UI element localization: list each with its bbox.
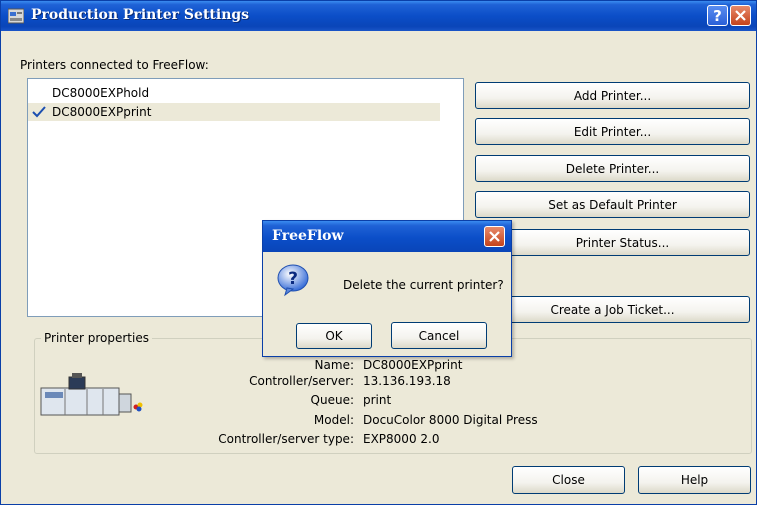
queue-label: Queue: [310, 393, 354, 407]
model-value: DocuColor 8000 Digital Press [363, 413, 538, 427]
printer-properties-legend: Printer properties [41, 331, 152, 345]
model-label: Model: [313, 413, 354, 427]
queue-value: print [363, 393, 392, 407]
edit-printer-button[interactable]: Edit Printer... [475, 118, 750, 145]
add-printer-label: Add Printer... [573, 88, 652, 103]
freeflow-confirm-dialog: FreeFlow ? Delete the current printer? O… [262, 220, 512, 357]
delete-printer-label: Delete Printer... [565, 161, 660, 176]
window-title: Production Printer Settings [31, 7, 250, 23]
dialog-message: Delete the current printer? [343, 278, 504, 292]
set-default-label: Set as Default Printer [548, 197, 677, 212]
close-icon [489, 231, 500, 242]
question-icon: ? [713, 6, 722, 25]
printer-item-name: DC8000EXPprint [52, 105, 152, 119]
close-label: Close [552, 473, 585, 487]
close-button[interactable]: Close [512, 466, 625, 494]
edit-printer-label: Edit Printer... [573, 124, 652, 139]
controller-server-type-label: Controller/server type: [218, 432, 354, 446]
close-title-button[interactable] [730, 5, 751, 26]
cancel-button[interactable]: Cancel [391, 322, 487, 349]
help-button[interactable]: Help [638, 466, 751, 494]
printer-status-button[interactable]: Printer Status... [475, 229, 750, 256]
printer-item-dc8000expprint[interactable]: DC8000EXPprint [28, 103, 440, 121]
title-bar[interactable]: Production Printer Settings ? [1, 1, 756, 31]
dialog-close-button[interactable] [484, 226, 505, 247]
close-icon [735, 10, 746, 21]
set-default-printer-button[interactable]: Set as Default Printer [475, 191, 750, 218]
printer-settings-app-icon [8, 8, 24, 24]
question-icon: ? [277, 264, 309, 297]
help-title-button[interactable]: ? [707, 5, 728, 26]
ok-label: OK [325, 329, 343, 343]
default-check-icon [32, 106, 46, 118]
controller-server-label: Controller/server: [249, 374, 354, 388]
svg-text:?: ? [288, 269, 298, 289]
add-printer-button[interactable]: Add Printer... [475, 82, 750, 109]
controller-server-type-value: EXP8000 2.0 [363, 432, 440, 446]
create-job-ticket-button[interactable]: Create a Job Ticket... [475, 296, 750, 323]
dialog-title-bar[interactable]: FreeFlow [263, 221, 511, 252]
job-ticket-label: Create a Job Ticket... [550, 302, 675, 317]
controller-server-value: 13.136.193.18 [363, 374, 451, 388]
delete-printer-button[interactable]: Delete Printer... [475, 155, 750, 182]
printer-item-dc8000exphold[interactable]: DC8000EXPhold [28, 84, 149, 102]
printer-item-name: DC8000EXPhold [52, 86, 150, 100]
dialog-title: FreeFlow [272, 228, 344, 244]
printer-status-label: Printer Status... [575, 235, 670, 250]
ok-button[interactable]: OK [296, 323, 372, 349]
production-printer-icon [40, 373, 143, 416]
cancel-label: Cancel [418, 328, 460, 343]
help-label: Help [680, 473, 709, 487]
name-label: Name: [314, 358, 354, 372]
printers-list-label: Printers connected to FreeFlow: [20, 58, 209, 72]
name-value: DC8000EXPprint [363, 358, 463, 372]
